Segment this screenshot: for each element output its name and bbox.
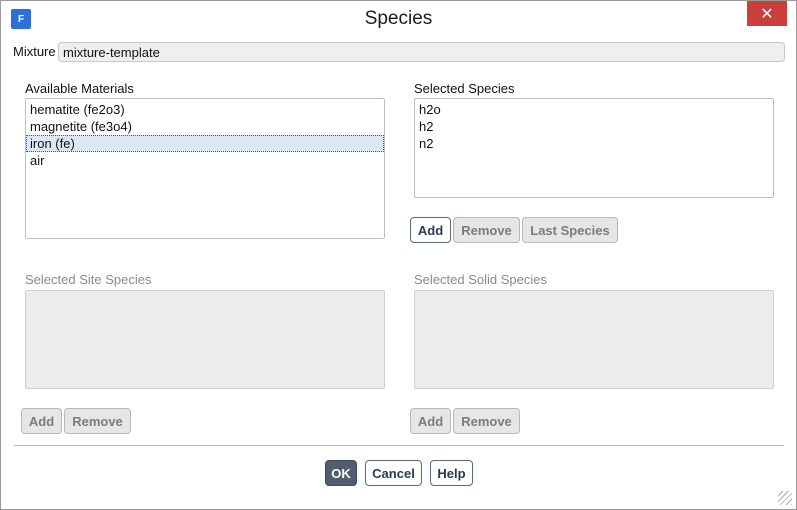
species-dialog: F Species ✕ Mixture mixture-template Ava… [0,0,797,510]
cancel-button[interactable]: Cancel [365,460,422,486]
last-species-button[interactable]: Last Species [522,217,618,243]
close-button[interactable]: ✕ [747,1,787,26]
mixture-field: mixture-template [58,42,785,62]
resize-grip-icon[interactable] [778,491,792,505]
title-bar: F Species ✕ [1,1,796,37]
available-materials-list[interactable]: hematite (fe2o3) magnetite (fe3o4) iron … [25,98,385,239]
site-species-label: Selected Site Species [25,272,152,287]
site-add-button[interactable]: Add [21,408,62,434]
help-button[interactable]: Help [430,460,473,486]
site-species-list [25,290,385,389]
list-item[interactable]: magnetite (fe3o4) [26,118,384,135]
footer-separator [14,445,784,446]
species-remove-button[interactable]: Remove [453,217,520,243]
list-item-selected[interactable]: iron (fe) [26,135,384,152]
available-materials-label: Available Materials [25,81,134,96]
solid-remove-button[interactable]: Remove [453,408,520,434]
list-item[interactable]: air [26,152,384,169]
list-item[interactable]: hematite (fe2o3) [26,101,384,118]
site-remove-button[interactable]: Remove [64,408,131,434]
selected-species-label: Selected Species [414,81,515,96]
close-icon: ✕ [760,5,774,23]
ok-button[interactable]: OK [325,460,357,486]
species-add-button[interactable]: Add [410,217,451,243]
list-item[interactable]: n2 [415,135,773,152]
solid-species-label: Selected Solid Species [414,272,547,287]
selected-species-list[interactable]: h2o h2 n2 [414,98,774,198]
mixture-label: Mixture [13,44,56,59]
solid-add-button[interactable]: Add [410,408,451,434]
dialog-title: Species [364,8,433,29]
list-item[interactable]: h2o [415,101,773,118]
list-item[interactable]: h2 [415,118,773,135]
solid-species-list [414,290,774,389]
